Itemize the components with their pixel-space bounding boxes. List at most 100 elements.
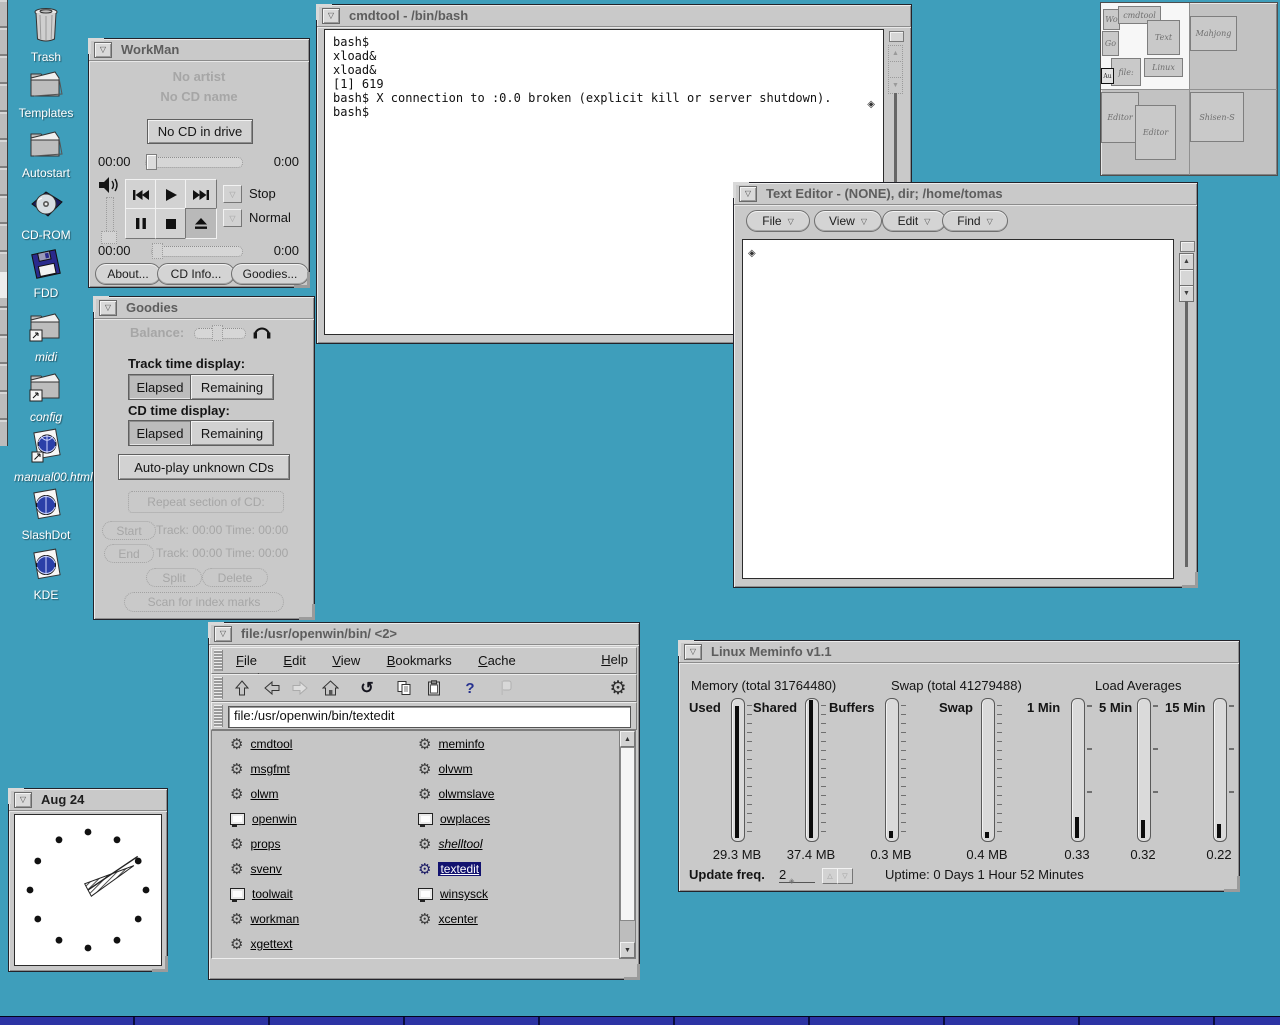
desktop-icon-fdd[interactable]: FDD (14, 248, 78, 306)
menu-cache[interactable]: Cache (478, 653, 516, 668)
desktop-icon-cdrom[interactable]: CD-ROM (14, 188, 78, 246)
file-link[interactable]: cmdtool (250, 737, 292, 751)
copy-button[interactable] (394, 678, 414, 698)
file-item[interactable]: ⚙msgfmt (230, 760, 290, 778)
scroll-up-icon[interactable]: ▲ (888, 45, 903, 62)
file-link[interactable]: olvwm (438, 762, 472, 776)
titlebar-cmdtool[interactable]: ▽ cmdtool - /bin/bash (317, 5, 911, 27)
forward-button[interactable] (290, 678, 310, 698)
file-link-symlink[interactable]: shelltool (438, 837, 482, 851)
scrollbar-elevator[interactable]: ▲ ▼ (888, 46, 903, 94)
scroll-down-icon[interactable]: ▼ (1179, 285, 1194, 302)
pager-window-editor2[interactable]: Editor (1135, 105, 1176, 160)
menu-view[interactable]: View (332, 653, 360, 668)
virtual-desktop-pager[interactable]: Wo cmdtool Text Go file: Linux Au Mahjon… (1100, 2, 1278, 176)
pager-window-meminfo[interactable]: Linux (1144, 58, 1183, 77)
desktop-icon-kde[interactable]: KDE (14, 548, 78, 606)
file-item[interactable]: ⚙cmdtool (230, 735, 292, 753)
window-menu-button[interactable]: ▽ (94, 42, 112, 58)
file-link[interactable]: olwmslave (438, 787, 494, 801)
file-item[interactable]: ⚙svenv (230, 860, 282, 878)
desktop-icon-trash[interactable]: Trash (14, 6, 78, 64)
titlebar-goodies[interactable]: ▽ Goodies (94, 297, 314, 319)
play-button[interactable] (155, 179, 187, 210)
scroll-drag-box[interactable] (888, 61, 903, 78)
home-button[interactable] (320, 678, 340, 698)
scrollbar-anchor[interactable] (889, 31, 904, 42)
scroll-down-icon[interactable]: ▼ (888, 77, 903, 94)
pager-window-shisen[interactable]: Shisen-S (1190, 92, 1244, 142)
track-remaining-button[interactable]: Remaining (190, 374, 274, 400)
scrollbar-anchor[interactable] (1180, 241, 1195, 252)
scroll-drag-box[interactable] (1179, 269, 1194, 286)
scroll-up-icon[interactable]: ▲ (1179, 253, 1194, 270)
text-editing-area[interactable]: ◈ (742, 239, 1174, 579)
pager-icon-clock[interactable]: Au (1101, 68, 1114, 84)
window-menu-button[interactable]: ▽ (214, 626, 232, 642)
file-item[interactable]: toolwait (230, 885, 293, 903)
file-link[interactable]: toolwait (252, 887, 293, 901)
about-button[interactable]: About... (95, 263, 161, 285)
file-item[interactable]: owplaces (418, 810, 490, 828)
file-item[interactable]: ⚙olwm (230, 785, 278, 803)
desktop-icon-slashdot[interactable]: SlashDot (14, 488, 78, 546)
menu-file[interactable]: File (236, 653, 257, 668)
titlebar-clock[interactable]: ▽ Aug 24 (9, 789, 167, 811)
toolbar-drag-handle[interactable] (214, 677, 223, 699)
prev-track-button[interactable] (125, 179, 157, 210)
window-menu-button[interactable]: ▽ (322, 8, 340, 24)
track-elapsed-button[interactable]: Elapsed (128, 374, 192, 400)
locationbar-drag-handle[interactable] (214, 705, 223, 727)
cd-status-button[interactable]: No CD in drive (147, 119, 253, 144)
file-item[interactable]: ⚙olwmslave (418, 785, 494, 803)
scrollbar-vertical[interactable]: ▲ ▼ (619, 730, 636, 959)
repeat-end-button[interactable]: End (104, 544, 154, 563)
pager-window-goodies[interactable]: Go (1102, 31, 1119, 56)
repeat-section-button[interactable]: Repeat section of CD: (128, 491, 284, 513)
file-item[interactable]: ⚙meminfo (418, 735, 484, 753)
menu-file[interactable]: File▽ (746, 210, 810, 232)
status-menu-button[interactable]: ▽ (223, 185, 242, 203)
balance-slider-thumb[interactable] (212, 325, 223, 341)
update-freq-input[interactable]: 2 (779, 867, 815, 883)
next-track-button[interactable] (185, 179, 217, 210)
menu-edit[interactable]: Edit▽ (882, 210, 946, 232)
cd-remaining-button[interactable]: Remaining (190, 420, 274, 446)
file-link[interactable]: openwin (252, 812, 297, 826)
kde-gear-button[interactable]: ⚙ (608, 678, 628, 698)
window-menu-button[interactable]: ▽ (684, 644, 702, 660)
window-menu-button[interactable]: ▽ (99, 300, 117, 316)
window-menu-button[interactable]: ▽ (14, 792, 32, 808)
file-item[interactable]: ⚙olvwm (418, 760, 472, 778)
stop-button[interactable] (155, 208, 187, 239)
scrollbar-elevator[interactable]: ▲ ▼ (1179, 254, 1194, 302)
back-button[interactable] (262, 678, 282, 698)
paste-button[interactable] (424, 678, 444, 698)
split-button[interactable]: Split (146, 568, 202, 587)
titlebar-workman[interactable]: ▽ WorkMan (89, 39, 309, 61)
file-link[interactable]: xcenter (438, 912, 477, 926)
autoplay-button[interactable]: Auto-play unknown CDs (118, 454, 290, 480)
file-link[interactable]: olwm (250, 787, 278, 801)
desktop-icon-templates[interactable]: Templates (14, 66, 78, 124)
stop-button[interactable] (496, 678, 516, 698)
file-link[interactable]: msgfmt (250, 762, 289, 776)
file-link[interactable]: owplaces (440, 812, 490, 826)
menu-help[interactable]: Help (601, 652, 628, 667)
cd-position-slider[interactable] (151, 246, 243, 257)
titlebar-meminfo[interactable]: ▽ Linux Meminfo v1.1 (679, 641, 1239, 663)
desktop-icon-config[interactable]: config (14, 368, 78, 426)
file-link[interactable]: svenv (250, 862, 281, 876)
file-item[interactable]: ⚙shelltool (418, 835, 482, 853)
menubar-drag-handle[interactable] (214, 650, 223, 671)
playmode-menu-button[interactable]: ▽ (223, 209, 242, 227)
cd-info-button[interactable]: CD Info... (157, 263, 235, 285)
file-item[interactable]: winsysck (418, 885, 488, 903)
goodies-button[interactable]: Goodies... (231, 263, 309, 285)
file-link-selected[interactable]: textedit (438, 862, 481, 876)
file-link[interactable]: xgettext (250, 937, 292, 951)
file-item[interactable]: ⚙props (230, 835, 280, 853)
eject-button[interactable] (185, 208, 217, 239)
file-link[interactable]: winsysck (440, 887, 488, 901)
window-menu-button[interactable]: ▽ (739, 186, 757, 202)
